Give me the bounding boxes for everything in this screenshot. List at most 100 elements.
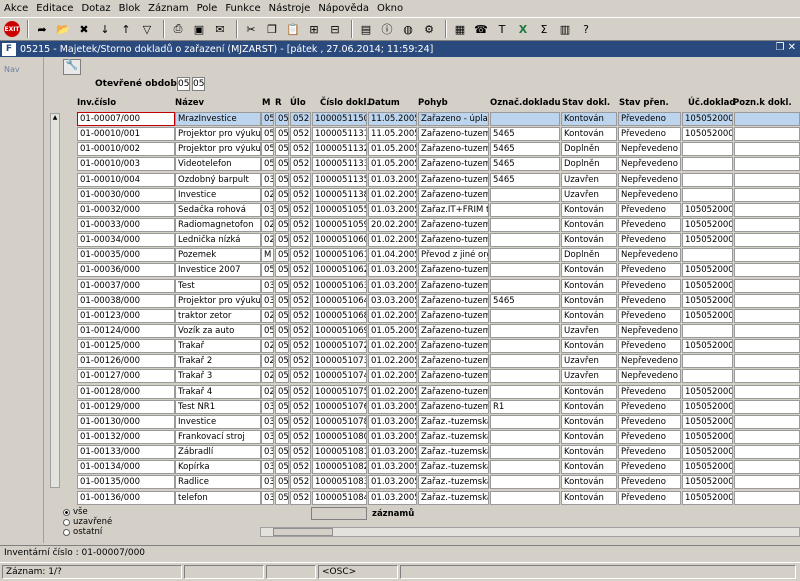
cell-name[interactable]: Investice <box>175 414 261 429</box>
cell-r[interactable]: 05 <box>275 460 289 475</box>
col-header-inv[interactable]: Inv.číslo <box>77 98 116 108</box>
table-row[interactable]: 01-00124/000 Vozík za auto 05 05 052 10000510… <box>45 323 800 339</box>
cell-transfer[interactable]: Nepřevedeno <box>618 142 681 157</box>
scroll-thumb[interactable] <box>273 528 333 536</box>
cell-state[interactable]: Uzavřen <box>561 323 617 338</box>
cell-mark[interactable] <box>490 217 560 232</box>
cell-ulo[interactable]: 052 <box>290 248 311 263</box>
table-row[interactable]: 01-00032/000 Sedačka rohová 03 05 052 1000051… <box>45 202 800 218</box>
cell-doc[interactable]: 1000051076 <box>312 399 367 414</box>
cell-doc[interactable]: 1000051055 <box>312 202 367 217</box>
cell-mark[interactable]: 5465 <box>490 157 560 172</box>
menu-item[interactable]: Akce <box>4 3 28 14</box>
cell-note[interactable] <box>734 369 800 384</box>
cell-state[interactable]: Uzavřen <box>561 354 617 369</box>
wrench-icon[interactable]: 🔧 <box>63 59 81 75</box>
cell-inv[interactable]: 01-00135/000 <box>77 475 175 490</box>
cell-date[interactable]: 01.03.2005 <box>368 490 417 505</box>
cell-date[interactable]: 01.03.2005 <box>368 263 417 278</box>
cell-name[interactable]: Trakař 3 <box>175 369 261 384</box>
radio-dot[interactable] <box>63 528 70 536</box>
cell-move[interactable]: Zařazeno-tuzems <box>418 399 489 414</box>
back-icon[interactable]: ➦ <box>33 20 51 38</box>
cell-r[interactable]: 05 <box>275 127 289 142</box>
cell-state[interactable]: Kontován <box>561 202 617 217</box>
cell-date[interactable]: 01.03.2005 <box>368 202 417 217</box>
cell-acc[interactable]: 1050520001 <box>682 217 733 232</box>
menu-item[interactable]: Blok <box>119 3 141 14</box>
cell-m[interactable]: 02 <box>261 217 274 232</box>
cell-transfer[interactable]: Nepřevedeno <box>618 187 681 202</box>
radio-all[interactable]: vše <box>63 507 112 517</box>
table-row[interactable]: 01-00033/000 Radiomagnetofon 02 05 052 100005… <box>45 217 800 233</box>
cell-mark[interactable] <box>490 278 560 293</box>
cell-r[interactable]: 05 <box>275 233 289 248</box>
cell-move[interactable]: Zařazeno-tuzems <box>418 369 489 384</box>
cell-r[interactable]: 05 <box>275 142 289 157</box>
cell-r[interactable]: 05 <box>275 172 289 187</box>
cell-ulo[interactable]: 052 <box>290 308 311 323</box>
cell-transfer[interactable]: Převedeno <box>618 217 681 232</box>
cell-m[interactable]: 05 <box>261 127 274 142</box>
cell-state[interactable]: Kontován <box>561 339 617 354</box>
cell-transfer[interactable]: Nepřevedeno <box>618 369 681 384</box>
phone-icon[interactable]: ☎ <box>472 20 490 38</box>
cell-name[interactable]: Sedačka rohová <box>175 202 261 217</box>
sort-asc-icon[interactable]: ↓ <box>96 20 114 38</box>
cell-transfer[interactable]: Převedeno <box>618 414 681 429</box>
cell-m[interactable]: 03 <box>261 293 274 308</box>
cell-r[interactable]: 05 <box>275 293 289 308</box>
cell-m[interactable]: 02 <box>261 384 274 399</box>
cell-move[interactable]: Zařazeno-tuzems <box>418 127 489 142</box>
cell-m[interactable]: 02 <box>261 339 274 354</box>
cell-mark[interactable] <box>490 475 560 490</box>
cell-ulo[interactable]: 052 <box>290 339 311 354</box>
globe-icon[interactable]: ◍ <box>399 20 417 38</box>
cell-mark[interactable] <box>490 414 560 429</box>
cell-mark[interactable] <box>490 323 560 338</box>
text-icon[interactable]: T <box>493 20 511 38</box>
cell-doc[interactable]: 1000051060 <box>312 233 367 248</box>
cell-note[interactable] <box>734 384 800 399</box>
cell-mark[interactable] <box>490 112 560 126</box>
cell-ulo[interactable]: 052 <box>290 202 311 217</box>
cell-ulo[interactable]: 052 <box>290 384 311 399</box>
cell-doc[interactable]: 1000051083 <box>312 475 367 490</box>
cell-doc[interactable]: 1000051131 <box>312 127 367 142</box>
delete-row-icon[interactable]: ⊟ <box>326 20 344 38</box>
excel-icon[interactable]: X <box>514 20 532 38</box>
cell-m[interactable]: 03 <box>261 475 274 490</box>
cell-doc[interactable]: 1000051063 <box>312 278 367 293</box>
calendar-icon[interactable]: ▦ <box>451 20 469 38</box>
cell-mark[interactable] <box>490 308 560 323</box>
cell-name[interactable]: Projektor pro výuku <box>175 127 261 142</box>
cell-state[interactable]: Uzavřen <box>561 172 617 187</box>
table-row[interactable]: 01-00038/000 Projektor pro výuku 03 05 052 10… <box>45 293 800 309</box>
cell-date[interactable]: 01.02.2005 <box>368 354 417 369</box>
cell-inv[interactable]: 01-00010/003 <box>77 157 175 172</box>
radio-other[interactable]: ostatní <box>63 527 112 537</box>
cell-date[interactable]: 01.05.2005 <box>368 142 417 157</box>
sort-desc-icon[interactable]: ↑ <box>117 20 135 38</box>
cell-m[interactable]: 02 <box>261 354 274 369</box>
cell-note[interactable] <box>734 127 800 142</box>
cell-r[interactable]: 05 <box>275 202 289 217</box>
cell-acc[interactable]: 1050520001 <box>682 339 733 354</box>
cell-name[interactable]: Kopírka <box>175 460 261 475</box>
cell-transfer[interactable]: Převedeno <box>618 399 681 414</box>
cell-m[interactable]: 02 <box>261 369 274 384</box>
cell-r[interactable]: 05 <box>275 187 289 202</box>
cell-r[interactable]: 05 <box>275 217 289 232</box>
cell-doc[interactable]: 1000051059 <box>312 217 367 232</box>
cell-r[interactable]: 05 <box>275 248 289 263</box>
cell-date[interactable]: 01.03.2005 <box>368 429 417 444</box>
cell-name[interactable]: Projektor pro výuku <box>175 142 261 157</box>
cell-date[interactable]: 01.02.2005 <box>368 308 417 323</box>
cell-inv[interactable]: 01-00037/000 <box>77 278 175 293</box>
cell-doc[interactable]: 1000051072 <box>312 339 367 354</box>
cell-inv[interactable]: 01-00124/000 <box>77 323 175 338</box>
col-header-move[interactable]: Pohyb <box>418 98 448 108</box>
col-header-date[interactable]: Datum <box>368 98 400 108</box>
cell-doc[interactable]: 1000051061 <box>312 248 367 263</box>
cell-inv[interactable]: 01-00036/000 <box>77 263 175 278</box>
